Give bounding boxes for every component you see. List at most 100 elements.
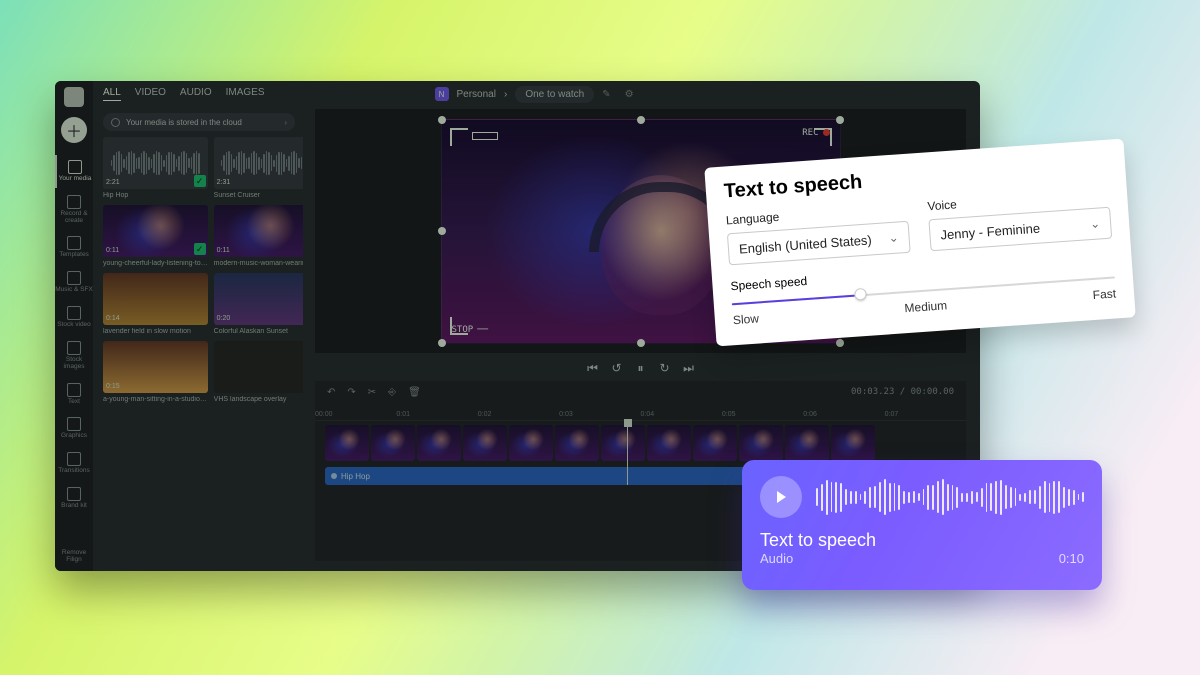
audio-clip-label: Hip Hop: [341, 472, 370, 481]
timeline-clip[interactable]: [785, 425, 829, 461]
duration-badge: 0:20: [217, 315, 231, 322]
sidebar-item[interactable]: Text: [55, 378, 93, 411]
resize-handle[interactable]: [637, 339, 645, 347]
timeline-clip[interactable]: [555, 425, 599, 461]
prev-icon[interactable]: ⏮: [587, 361, 599, 376]
sidebar-item[interactable]: Record & create: [55, 190, 93, 230]
viewfinder-corner-tl-icon: [450, 128, 468, 146]
project-name[interactable]: One to watch: [515, 86, 594, 103]
resize-handle[interactable]: [438, 116, 446, 124]
timeline-clip[interactable]: [509, 425, 553, 461]
ruler-tick: 00:00: [315, 411, 333, 418]
sidebar-item[interactable]: Music & SFX: [55, 266, 93, 299]
checkmark-icon: ✓: [194, 243, 206, 255]
app-logo-icon: [64, 87, 84, 107]
media-tab[interactable]: IMAGES: [226, 87, 265, 101]
media-item[interactable]: 0:15a-young-man-sitting-in-a-studio…: [103, 341, 208, 403]
sidebar-item-label: Your media: [59, 176, 92, 183]
step-back-icon[interactable]: ↺: [611, 361, 623, 375]
sidebar-item[interactable]: Brand kit: [55, 482, 93, 515]
media-item[interactable]: VHS landscape overlay: [214, 341, 303, 403]
add-button[interactable]: ＋: [61, 117, 87, 143]
video-track[interactable]: [315, 421, 966, 465]
media-tab[interactable]: ALL: [103, 87, 121, 101]
workspace-name[interactable]: Personal: [457, 89, 496, 100]
media-tab[interactable]: AUDIO: [180, 87, 212, 101]
redo-icon[interactable]: ↷: [347, 387, 355, 398]
resize-handle[interactable]: [438, 339, 446, 347]
timeline-clip[interactable]: [693, 425, 737, 461]
slider-knob[interactable]: [854, 288, 867, 301]
delete-icon[interactable]: 🗑: [408, 387, 421, 398]
media-caption: modern-music-woman-wearing…: [214, 260, 303, 267]
media-item[interactable]: 2:21✓Hip Hop: [103, 137, 208, 199]
sidebar-item[interactable]: Your media: [55, 155, 93, 188]
media-caption: a-young-man-sitting-in-a-studio…: [103, 396, 208, 403]
language-select[interactable]: English (United States) ⌄: [727, 221, 911, 266]
battery-indicator-icon: [472, 132, 498, 140]
timeline-clip[interactable]: [325, 425, 369, 461]
media-caption: young-cheerful-lady-listening-to…: [103, 260, 208, 267]
media-tabs: ALL VIDEO AUDIO IMAGES: [103, 87, 265, 101]
voice-select[interactable]: Jenny - Feminine ⌄: [928, 207, 1112, 252]
sidebar-item[interactable]: Stock video: [55, 301, 93, 334]
next-icon[interactable]: ⏭: [683, 361, 695, 376]
duration-badge: 0:14: [106, 315, 120, 322]
cloud-notice[interactable]: Your media is stored in the cloud: [103, 113, 295, 131]
undo-icon[interactable]: ↶: [327, 387, 335, 398]
playhead[interactable]: [627, 421, 628, 485]
media-item[interactable]: 0:11✓young-cheerful-lady-listening-to…: [103, 205, 208, 267]
edit-icon[interactable]: ✎: [602, 89, 610, 100]
sidebar-item[interactable]: Stock images: [55, 336, 93, 376]
rec-dot-icon: [823, 129, 830, 136]
timeline-clip[interactable]: [739, 425, 783, 461]
timeline-clip[interactable]: [831, 425, 875, 461]
media-item[interactable]: 0:20Colorful Alaskan Sunset: [214, 273, 303, 335]
resize-handle[interactable]: [637, 116, 645, 124]
timeline-clip[interactable]: [371, 425, 415, 461]
media-tab[interactable]: VIDEO: [135, 87, 166, 101]
audio-subtitle: Audio: [760, 551, 793, 566]
resize-handle[interactable]: [836, 116, 844, 124]
resize-handle[interactable]: [836, 339, 844, 347]
settings-icon[interactable]: ⚙: [625, 89, 634, 100]
sidebar-item[interactable]: Templates: [55, 231, 93, 264]
sidebar-item-label: Stock video: [57, 322, 91, 329]
tts-panel: Text to speech Language English (United …: [704, 139, 1135, 347]
sidebar-item-icon: [67, 487, 81, 501]
timeline-clip[interactable]: [463, 425, 507, 461]
media-item[interactable]: 2:31✓Sunset Cruiser: [214, 137, 303, 199]
play-pause-icon[interactable]: ⏸: [635, 361, 647, 376]
timeline-clip[interactable]: [601, 425, 645, 461]
split-icon[interactable]: ⎆: [388, 387, 396, 398]
cloud-notice-text: Your media is stored in the cloud: [126, 118, 242, 127]
timeline-clip[interactable]: [647, 425, 691, 461]
sidebar-item-label: Record & create: [55, 211, 93, 225]
audio-title: Text to speech: [760, 530, 1084, 551]
resize-handle[interactable]: [438, 227, 446, 235]
step-fwd-icon[interactable]: ↻: [659, 361, 671, 375]
cloud-icon: [111, 118, 120, 127]
checkmark-icon: ✓: [194, 175, 206, 187]
sidebar-item[interactable]: Graphics: [55, 412, 93, 445]
timeline-toolbar: ↶ ↷ ✂ ⎆ 🗑 00:03.23 / 00:00.00: [315, 381, 966, 403]
scissors-icon[interactable]: ✂: [368, 387, 376, 398]
waveform: [816, 478, 1084, 516]
media-item[interactable]: 0:11✓modern-music-woman-wearing…: [214, 205, 303, 267]
sidebar-item-icon: [67, 236, 81, 250]
chevron-right-icon: ›: [504, 89, 507, 100]
sidebar-item[interactable]: Transitions: [55, 447, 93, 480]
sidebar-bottom-link[interactable]: Remove Filign: [55, 549, 93, 563]
language-value: English (United States): [738, 232, 872, 256]
speed-tick-fast: Fast: [1092, 286, 1116, 302]
editor-header: ALLVIDEOAUDIOIMAGES N Personal › One to …: [93, 81, 980, 107]
timeline-ruler[interactable]: 00:000:010:020:030:040:050:060:07: [315, 403, 966, 421]
play-button[interactable]: [760, 476, 802, 518]
sidebar-item-icon: [67, 195, 81, 209]
media-caption: Hip Hop: [103, 192, 208, 199]
media-item[interactable]: 0:14lavender field in slow motion: [103, 273, 208, 335]
stop-indicator: STOP ──: [452, 325, 489, 335]
ruler-tick: 0:03: [559, 411, 573, 418]
timeline-clip[interactable]: [417, 425, 461, 461]
sidebar-item-label: Text: [68, 399, 80, 406]
